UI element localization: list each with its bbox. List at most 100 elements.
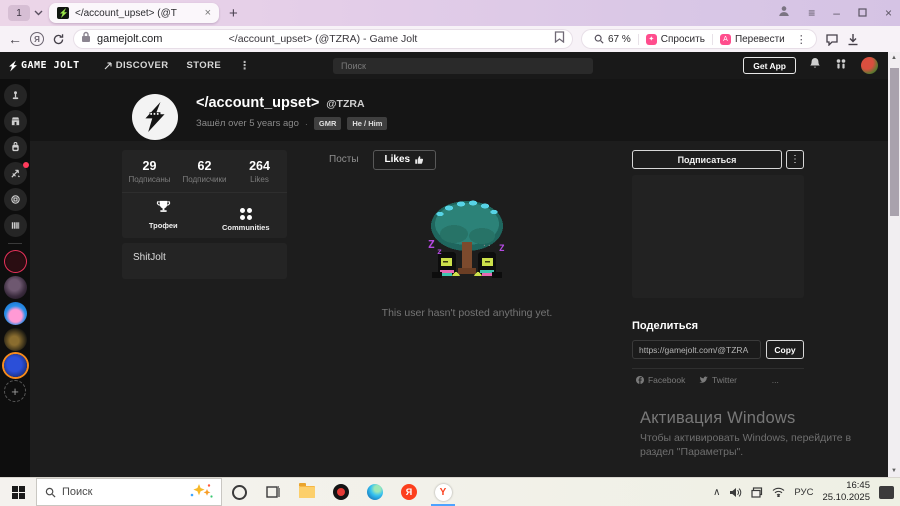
share-twitter-button[interactable]: Twitter xyxy=(689,368,747,390)
stat-following[interactable]: 29 Подписаны xyxy=(122,159,177,184)
gamejolt-search-input[interactable] xyxy=(333,58,593,74)
friends-icon[interactable] xyxy=(834,57,848,75)
share-url-input[interactable] xyxy=(632,340,761,359)
tray-window-icon[interactable] xyxy=(751,486,763,498)
lock-icon[interactable] xyxy=(81,30,91,48)
share-facebook-button[interactable]: Facebook xyxy=(632,368,690,390)
community-avatar-gold[interactable] xyxy=(3,328,27,351)
copilot-sparkles-icon xyxy=(187,483,213,502)
profile-avatar[interactable] xyxy=(132,94,178,140)
cortana-icon xyxy=(231,484,247,500)
tools-more-icon[interactable]: ⋮ xyxy=(792,33,811,46)
notifications-bell-icon[interactable] xyxy=(809,57,821,75)
nav-discover[interactable]: DISCOVER xyxy=(104,60,169,71)
sidebar-home-button[interactable] xyxy=(3,84,27,107)
refresh-icon[interactable] xyxy=(52,33,65,46)
thumbs-up-icon xyxy=(415,155,424,164)
tab-posts[interactable]: Посты xyxy=(318,150,370,170)
browser-menu-icon[interactable]: ≡ xyxy=(808,7,815,19)
sidebar-store-button[interactable] xyxy=(3,110,27,133)
tab-group-button[interactable]: 1 xyxy=(8,5,30,21)
close-window-icon[interactable]: × xyxy=(885,7,892,19)
bolt-icon xyxy=(9,59,17,72)
profile-name-row: </account_upset> @TZRA xyxy=(196,95,365,111)
downloads-icon[interactable] xyxy=(847,33,859,46)
maximize-icon[interactable] xyxy=(858,4,867,22)
taskbar: Поиск Я Y ∧ РУС 16:45 25.10.2025 xyxy=(0,477,900,506)
empty-state-text: This user hasn't posted anything yet. xyxy=(381,307,553,319)
clock-time: 16:45 xyxy=(846,480,870,492)
volume-icon[interactable] xyxy=(729,487,742,498)
ask-ai-icon: ✦ xyxy=(645,33,657,45)
scroll-up-icon[interactable]: ▲ xyxy=(888,52,900,64)
minimize-icon[interactable]: – xyxy=(833,7,840,19)
stat-likes[interactable]: 264 Likes xyxy=(232,159,287,184)
community-avatar-skull[interactable] xyxy=(3,276,27,299)
translate-button[interactable]: А Перевести xyxy=(711,33,792,45)
follow-button[interactable]: Подписаться xyxy=(632,150,782,169)
stat-followers[interactable]: 62 Подписчики xyxy=(177,159,232,184)
taskbar-record-app[interactable] xyxy=(324,478,358,506)
community-avatar-axolotl[interactable] xyxy=(3,302,27,325)
browser-addressbar: ← Я gamejolt.com </account_upset> (@TZRA… xyxy=(0,26,900,52)
taskbar-task-view[interactable] xyxy=(256,478,290,506)
language-indicator[interactable]: РУС xyxy=(794,487,813,498)
profile-meta-row: Зашёл over 5 years ago · GMR He / Him xyxy=(196,117,388,130)
zoom-level-button[interactable]: 67 % xyxy=(587,34,638,45)
taskbar-file-explorer[interactable] xyxy=(290,478,324,506)
profile-tabs: Посты Likes xyxy=(318,150,616,170)
tab-list-chevron-icon[interactable] xyxy=(34,10,43,16)
browser-profile-icon[interactable] xyxy=(778,4,790,22)
start-button[interactable] xyxy=(0,478,36,506)
action-center-icon[interactable] xyxy=(879,485,894,499)
url-field[interactable]: gamejolt.com </account_upset> (@TZRA) - … xyxy=(73,29,573,49)
network-icon[interactable] xyxy=(772,487,785,497)
tab-title: </account_upset> (@T xyxy=(75,7,177,19)
nav-store[interactable]: STORE xyxy=(187,60,222,71)
gamejolt-logo[interactable]: GAME JOLT xyxy=(8,59,80,72)
sidebar-token-button[interactable] xyxy=(3,188,27,211)
sleeping-under-tree-art: Z z Z ·· xyxy=(428,200,505,278)
sidebar-vault-button[interactable] xyxy=(3,214,27,237)
back-icon[interactable]: ← xyxy=(8,31,22,47)
communities-link[interactable]: Communities xyxy=(205,200,288,232)
get-app-button[interactable]: Get App xyxy=(743,57,796,74)
profile-more-button[interactable]: ⋮ xyxy=(786,150,804,169)
taskbar-edge[interactable] xyxy=(358,478,392,506)
tab-close-icon[interactable]: × xyxy=(205,7,211,19)
taskbar-yandex-app[interactable]: Я xyxy=(392,478,426,506)
stats-card: 29 Подписаны 62 Подписчики 264 Likes Тро… xyxy=(122,150,287,238)
ask-ai-button[interactable]: ✦ Спросить xyxy=(637,33,712,45)
scrollbar-thumb[interactable] xyxy=(889,68,899,216)
browser-tools: 67 % ✦ Спросить А Перевести ⋮ xyxy=(581,29,817,49)
taskbar-clock[interactable]: 16:45 25.10.2025 xyxy=(822,480,870,504)
community-avatar-active[interactable] xyxy=(3,354,27,377)
tab-likes[interactable]: Likes xyxy=(372,150,437,170)
trophies-link[interactable]: Трофеи xyxy=(122,200,205,232)
browser-tab[interactable]: </account_upset> (@T × xyxy=(49,3,219,23)
add-community-button[interactable]: + xyxy=(4,380,26,402)
taskbar-cortana[interactable] xyxy=(222,478,256,506)
bookmark-icon[interactable] xyxy=(554,30,565,48)
profile-left-column: 29 Подписаны 62 Подписчики 264 Likes Тро… xyxy=(122,150,287,279)
copy-button[interactable]: Copy xyxy=(766,340,804,359)
last-seen: Зашёл over 5 years ago xyxy=(196,118,299,129)
sidebar-quests-button[interactable] xyxy=(3,162,29,185)
scroll-down-icon[interactable]: ▼ xyxy=(888,465,900,477)
page-scrollbar[interactable]: ▲ ▼ xyxy=(888,52,900,477)
nav-more-icon[interactable]: ⋮ xyxy=(239,59,250,72)
tray-expand-icon[interactable]: ∧ xyxy=(713,487,720,498)
taskbar-search[interactable]: Поиск xyxy=(36,478,222,506)
community-avatar-creature[interactable] xyxy=(3,250,27,273)
display-name: </account_upset> xyxy=(196,95,320,111)
new-tab-button[interactable]: + xyxy=(229,6,238,21)
user-avatar[interactable] xyxy=(861,57,878,74)
quests-notification-dot xyxy=(22,162,29,168)
share-more-button[interactable]: ... xyxy=(746,368,804,390)
sidebar-backpack-button[interactable] xyxy=(3,136,27,159)
screen: 1 </account_upset> (@T × + ≡ – × ← Я gam… xyxy=(0,0,900,506)
taskbar-yandex-browser[interactable]: Y xyxy=(426,478,460,506)
side-panel-icon[interactable] xyxy=(825,33,839,46)
gamejolt-body: + </account_upset> @TZRA Зашёл over 5 ye… xyxy=(0,79,888,477)
yandex-services-icon[interactable]: Я xyxy=(30,32,44,46)
